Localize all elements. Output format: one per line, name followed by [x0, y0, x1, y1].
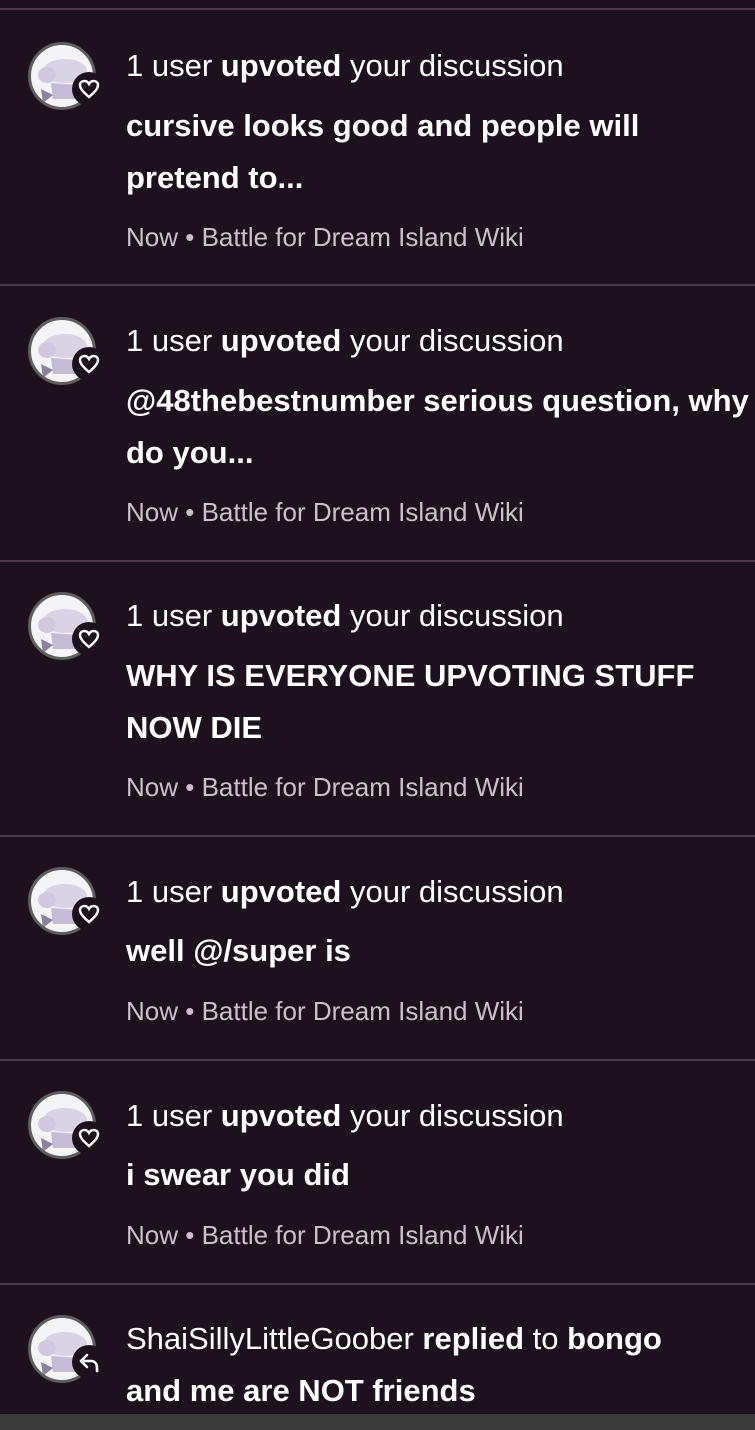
- discussion-title[interactable]: WHY IS EVERYONE UPVOTING STUFF NOW DIE: [126, 650, 751, 754]
- avatar[interactable]: [28, 1091, 106, 1167]
- notification-summary: 1 user upvoted your discussion: [126, 46, 564, 86]
- discussion-title[interactable]: @48thebestnumber serious question, why d…: [126, 375, 751, 479]
- avatar[interactable]: [28, 1315, 106, 1391]
- avatar[interactable]: [28, 42, 106, 118]
- wiki-name: Battle for Dream Island Wiki: [201, 996, 524, 1026]
- reply-notification-item[interactable]: ShaiSillyLittleGoober replied to bongo a…: [0, 1285, 755, 1414]
- notification-meta: Now • Battle for Dream Island Wiki: [126, 220, 524, 254]
- avatar[interactable]: [28, 317, 106, 393]
- user-count: 1 user: [126, 323, 213, 358]
- separator-dot: •: [185, 1220, 195, 1250]
- object-text: your discussion: [349, 1098, 564, 1133]
- user-count: 1 user: [126, 598, 213, 633]
- action-text: upvoted: [220, 598, 342, 633]
- notification-meta: Now • Battle for Dream Island Wiki: [126, 994, 524, 1028]
- separator-dot: •: [185, 497, 195, 527]
- notification-item[interactable]: 1 user upvoted your discussion @48thebes…: [0, 286, 755, 560]
- action-text: upvoted: [220, 874, 342, 909]
- separator-dot: •: [185, 222, 195, 252]
- discussion-title-start[interactable]: bongo: [567, 1321, 662, 1356]
- timestamp: Now: [126, 772, 179, 802]
- action-text: replied: [422, 1321, 525, 1356]
- notification-feed: 1 user upvoted your discussion cursive l…: [0, 0, 755, 1430]
- user-count: 1 user: [126, 48, 213, 83]
- timestamp: Now: [126, 996, 179, 1026]
- wiki-name: Battle for Dream Island Wiki: [201, 222, 524, 252]
- discussion-title[interactable]: well @/super is: [126, 925, 751, 977]
- user-count: 1 user: [126, 874, 213, 909]
- timestamp: Now: [126, 222, 179, 252]
- action-text: upvoted: [220, 48, 342, 83]
- object-text: your discussion: [349, 48, 564, 83]
- object-text: your discussion: [349, 598, 564, 633]
- heart-icon: [72, 622, 106, 656]
- notification-meta: Now • Battle for Dream Island Wiki: [126, 770, 524, 804]
- connector-text: to: [532, 1321, 559, 1356]
- heart-icon: [72, 347, 106, 381]
- discussion-title-rest[interactable]: and me are NOT friends: [126, 1365, 751, 1414]
- wiki-name: Battle for Dream Island Wiki: [201, 497, 524, 527]
- notification-summary: 1 user upvoted your discussion: [126, 1096, 564, 1136]
- notification-item[interactable]: 1 user upvoted your discussion i swear y…: [0, 1061, 755, 1283]
- notification-meta: Now • Battle for Dream Island Wiki: [126, 495, 524, 529]
- discussion-title[interactable]: cursive looks good and people will prete…: [126, 100, 751, 204]
- notification-item[interactable]: 1 user upvoted your discussion WHY IS EV…: [0, 562, 755, 836]
- notification-item[interactable]: 1 user upvoted your discussion well @/su…: [0, 837, 755, 1059]
- action-text: upvoted: [220, 323, 342, 358]
- separator-dot: •: [185, 772, 195, 802]
- object-text: your discussion: [349, 874, 564, 909]
- wiki-name: Battle for Dream Island Wiki: [201, 772, 524, 802]
- bottom-bar: [0, 1414, 755, 1430]
- action-text: upvoted: [220, 1098, 342, 1133]
- heart-icon: [72, 72, 106, 106]
- heart-icon: [72, 897, 106, 931]
- reply-summary: ShaiSillyLittleGoober replied to bongo: [126, 1319, 662, 1359]
- wiki-name: Battle for Dream Island Wiki: [201, 1220, 524, 1250]
- notification-summary: 1 user upvoted your discussion: [126, 596, 564, 636]
- timestamp: Now: [126, 1220, 179, 1250]
- separator-dot: •: [185, 996, 195, 1026]
- avatar[interactable]: [28, 592, 106, 668]
- user-count: 1 user: [126, 1098, 213, 1133]
- discussion-title[interactable]: i swear you did: [126, 1149, 751, 1201]
- reply-username[interactable]: ShaiSillyLittleGoober: [126, 1321, 414, 1356]
- timestamp: Now: [126, 497, 179, 527]
- object-text: your discussion: [349, 323, 564, 358]
- notification-summary: 1 user upvoted your discussion: [126, 321, 564, 361]
- heart-icon: [72, 1121, 106, 1155]
- reply-arrow-icon: [72, 1345, 106, 1379]
- notification-summary: 1 user upvoted your discussion: [126, 872, 564, 912]
- notification-item[interactable]: 1 user upvoted your discussion cursive l…: [0, 10, 755, 284]
- notification-meta: Now • Battle for Dream Island Wiki: [126, 1218, 524, 1252]
- avatar[interactable]: [28, 867, 106, 943]
